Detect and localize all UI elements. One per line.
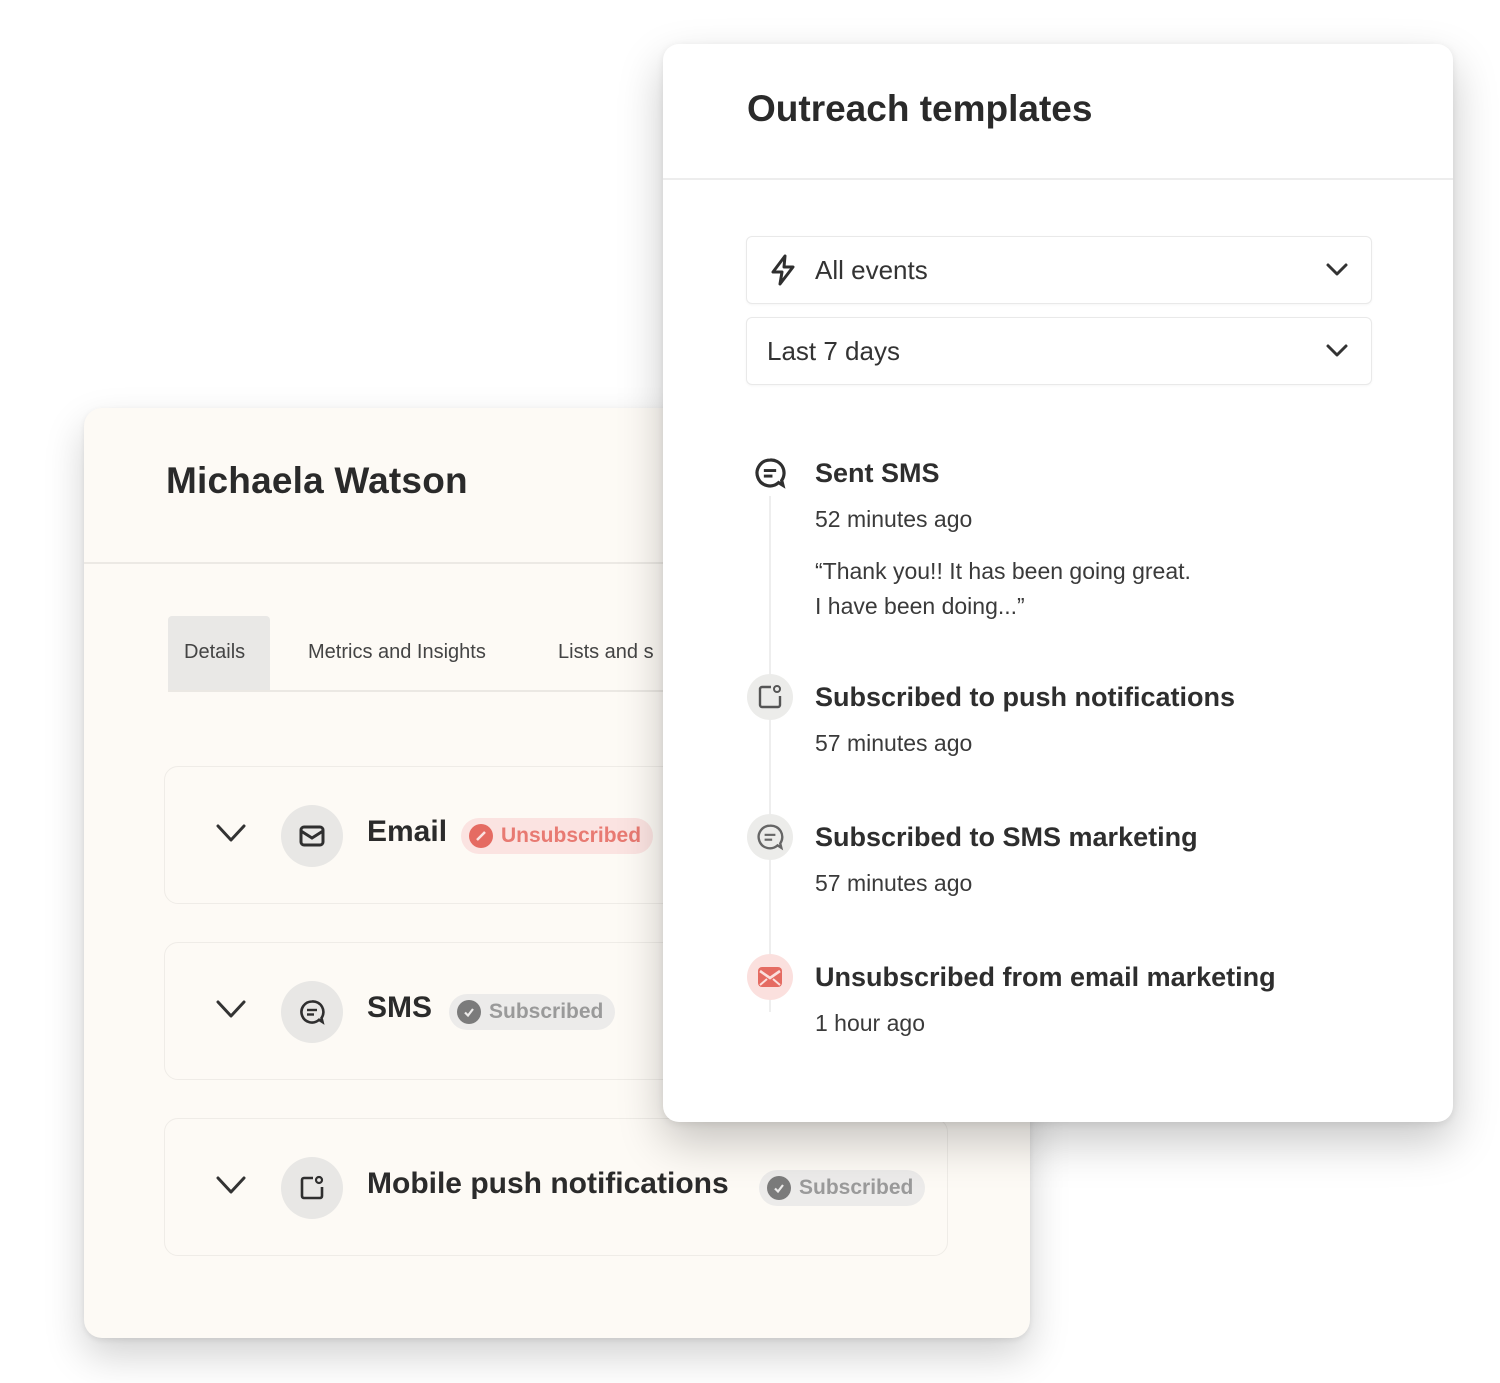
event-time: 52 minutes ago <box>815 506 973 532</box>
check-circle-icon <box>457 1000 481 1024</box>
mobile-push-icon <box>747 674 793 720</box>
date-filter-select[interactable]: Last 7 days <box>746 317 1372 385</box>
bolt-icon <box>771 254 795 286</box>
status-text: Unsubscribed <box>501 824 642 847</box>
status-badge-subscribed: Subscribed <box>759 1170 926 1206</box>
mobile-push-icon <box>281 1157 343 1219</box>
check-circle-icon <box>767 1176 791 1200</box>
chat-icon <box>747 450 793 496</box>
mail-icon <box>281 805 343 867</box>
message-line: I have been doing...” <box>815 593 1025 619</box>
tab-details[interactable]: Details <box>168 616 270 690</box>
channel-label: Email <box>367 815 448 848</box>
chevron-down-icon[interactable] <box>215 1173 247 1197</box>
tab-lists-and-segments[interactable]: Lists and s <box>542 616 670 690</box>
profile-name: Michaela Watson <box>166 460 468 501</box>
event-time: 1 hour ago <box>815 1010 925 1036</box>
chevron-down-icon <box>1326 344 1348 357</box>
channel-label: Mobile push notifications <box>367 1167 729 1200</box>
event-title: Sent SMS <box>815 458 940 488</box>
date-filter-value: Last 7 days <box>767 336 900 366</box>
event-time: 57 minutes ago <box>815 870 973 896</box>
chevron-down-icon[interactable] <box>215 997 247 1021</box>
event-filter-value: All events <box>815 255 928 285</box>
blocked-icon <box>469 824 493 848</box>
event-message-preview: “Thank you!! It has been going great. I … <box>815 554 1375 624</box>
chat-icon <box>747 814 793 860</box>
mail-icon <box>747 954 793 1000</box>
channel-label: SMS <box>367 991 433 1024</box>
status-text: Subscribed <box>799 1176 914 1199</box>
chevron-down-icon <box>1326 263 1348 276</box>
chevron-down-icon[interactable] <box>215 821 247 845</box>
event-filter-select[interactable]: All events <box>746 236 1372 304</box>
event-title: Subscribed to push notifications <box>815 682 1236 712</box>
status-badge-unsubscribed: Unsubscribed <box>461 818 654 854</box>
event-title: Unsubscribed from email marketing <box>815 962 1276 992</box>
channel-row-mobile-push[interactable]: Mobile push notifications Subscribed <box>164 1118 948 1256</box>
message-line: “Thank you!! It has been going great. <box>815 558 1191 584</box>
status-badge-subscribed: Subscribed <box>449 994 616 1030</box>
event-title: Subscribed to SMS marketing <box>815 822 1198 852</box>
status-text: Subscribed <box>489 1000 604 1023</box>
tab-metrics-and-insights[interactable]: Metrics and Insights <box>292 616 502 690</box>
chat-icon <box>281 981 343 1043</box>
event-time: 57 minutes ago <box>815 730 973 756</box>
outreach-title: Outreach templates <box>747 88 1093 129</box>
outreach-header: Outreach templates <box>663 44 1453 180</box>
timeline-line <box>769 492 771 1012</box>
outreach-panel: Outreach templates All events Last 7 day… <box>663 44 1453 1122</box>
